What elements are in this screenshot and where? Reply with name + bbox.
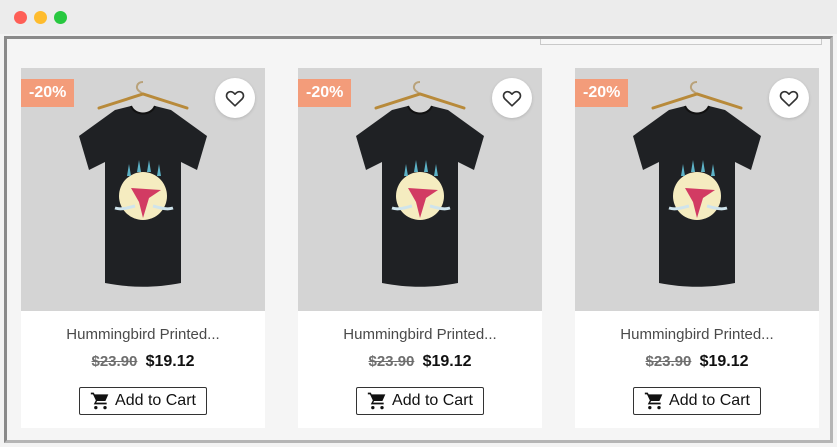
sale-price: $19.12 <box>145 353 195 370</box>
add-to-cart-button[interactable]: Add to Cart <box>633 387 761 415</box>
tshirt-image <box>633 81 761 287</box>
shopping-cart-icon <box>367 392 386 410</box>
sale-price: $19.12 <box>699 353 749 370</box>
old-price: $23.90 <box>645 353 692 370</box>
maximize-window-button[interactable] <box>54 11 67 24</box>
heart-outline-icon <box>502 90 522 107</box>
product-title[interactable]: Hummingbird Printed... <box>298 326 542 343</box>
old-price: $23.90 <box>368 353 415 370</box>
add-to-cart-button[interactable]: Add to Cart <box>356 387 484 415</box>
heart-outline-icon <box>225 90 245 107</box>
close-window-button[interactable] <box>14 11 27 24</box>
add-to-cart-label: Add to Cart <box>669 392 750 409</box>
product-card[interactable]: -20% Hummingbird Printed... $23.90 $19.1… <box>298 68 542 428</box>
tshirt-image <box>79 81 207 287</box>
shopping-cart-icon <box>90 392 109 410</box>
discount-badge: -20% <box>21 79 75 107</box>
old-price: $23.90 <box>91 353 138 370</box>
product-card[interactable]: -20% Hummingbird Printed... $23.90 $19.1… <box>575 68 819 428</box>
product-image-area[interactable]: -20% <box>575 68 819 311</box>
add-to-cart-button[interactable]: Add to Cart <box>79 387 207 415</box>
product-card[interactable]: -20% Hummingbird Printed... $23.90 $19.1… <box>21 68 265 428</box>
price-row: $23.90 $19.12 <box>298 353 542 371</box>
sale-price: $19.12 <box>422 353 472 370</box>
page-viewport: -20% Hummingbird Printed... $23.90 $19.1… <box>4 36 833 443</box>
browser-window: -20% Hummingbird Printed... $23.90 $19.1… <box>0 0 837 447</box>
product-image-area[interactable]: -20% <box>21 68 265 311</box>
wishlist-button[interactable] <box>769 78 809 118</box>
product-image-area[interactable]: -20% <box>298 68 542 311</box>
add-to-cart-label: Add to Cart <box>115 392 196 409</box>
wishlist-button[interactable] <box>492 78 532 118</box>
product-title[interactable]: Hummingbird Printed... <box>575 326 819 343</box>
wishlist-button[interactable] <box>215 78 255 118</box>
search-input[interactable] <box>540 39 822 45</box>
discount-badge: -20% <box>575 79 629 107</box>
window-titlebar <box>0 0 837 34</box>
add-to-cart-label: Add to Cart <box>392 392 473 409</box>
price-row: $23.90 $19.12 <box>21 353 265 371</box>
shopping-cart-icon <box>644 392 663 410</box>
minimize-window-button[interactable] <box>34 11 47 24</box>
price-row: $23.90 $19.12 <box>575 353 819 371</box>
product-title[interactable]: Hummingbird Printed... <box>21 326 265 343</box>
heart-outline-icon <box>779 90 799 107</box>
tshirt-image <box>356 81 484 287</box>
discount-badge: -20% <box>298 79 352 107</box>
